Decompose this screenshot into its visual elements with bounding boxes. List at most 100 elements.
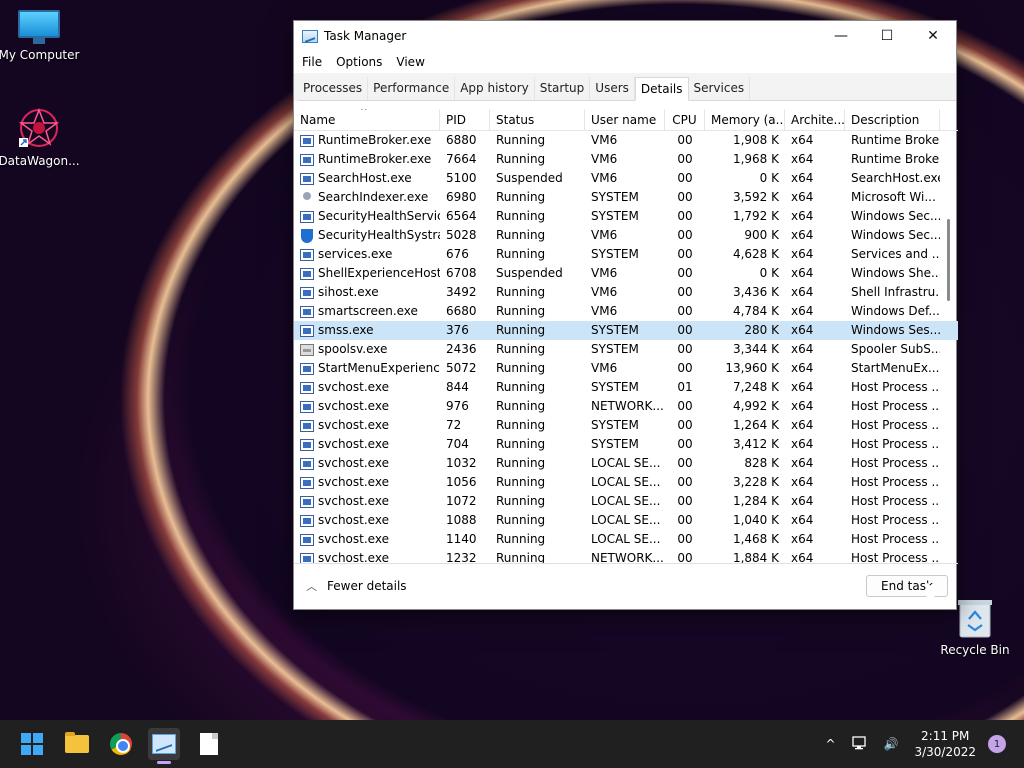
table-row[interactable]: RuntimeBroker.exe 7664 Running VM6 00 1,968 K… [294,150,958,169]
table-row[interactable]: sihost.exe 3492 Running VM6 00 3,436 K x64 Shel… [294,283,958,302]
table-row[interactable]: smartscreen.exe 6680 Running VM6 00 4,784 K x6… [294,302,958,321]
cell-user-name: VM6 [591,152,618,166]
process-name: sihost.exe [318,285,379,299]
cell-cpu: 00 [677,209,693,223]
taskbar-task-manager[interactable] [148,728,180,760]
cell-user-name: SYSTEM [591,418,639,432]
tab-performance[interactable]: Performance [368,77,456,100]
table-row[interactable]: svchost.exe 1072 Running LOCAL SE... 00 1,284… [294,492,958,511]
application-icon [300,172,314,185]
cell-architecture: x64 [791,456,814,470]
tab-details[interactable]: Details [634,77,689,101]
cell-pid: 6880 [446,133,477,147]
cell-user-name: LOCAL SE... [591,494,661,508]
column-header-description[interactable]: Description [845,109,940,131]
tab-processes[interactable]: Processes [298,77,369,100]
column-header-cpu[interactable]: CPU [665,109,705,131]
cell-name: RuntimeBroker.exe [294,131,440,150]
process-name: smss.exe [318,323,374,337]
notification-badge[interactable]: 1 [988,735,1006,753]
taskbar-notepad[interactable] [193,728,225,760]
process-name: SecurityHealthServic... [318,209,440,223]
taskbar-file-explorer[interactable] [61,728,93,760]
vertical-scrollbar[interactable] [947,219,950,301]
menu-file[interactable]: File [302,55,322,69]
table-row[interactable]: svchost.exe 1056 Running LOCAL SE... 00 3,228… [294,473,958,492]
cell-architecture: x64 [791,475,814,489]
tray-chevron-icon[interactable]: ^ [825,737,835,751]
table-row[interactable]: svchost.exe 844 Running SYSTEM 01 7,248 K x64 H… [294,378,958,397]
table-row[interactable]: SearchHost.exe 5100 Suspended VM6 00 0 K x64 Se… [294,169,958,188]
column-header-memory[interactable]: Memory (a... [705,109,785,131]
column-header-status[interactable]: Status [490,109,585,131]
table-row[interactable]: SearchIndexer.exe 6980 Running SYSTEM 00 3,59… [294,188,958,207]
desktop-icon-my-computer[interactable]: My Computer [0,10,81,62]
cell-status: Running [496,342,546,356]
clock-time: 2:11 PM [921,729,970,743]
table-row[interactable]: svchost.exe 1032 Running LOCAL SE... 00 828 K… [294,454,958,473]
table-row[interactable]: services.exe 676 Running SYSTEM 00 4,628 K x64… [294,245,958,264]
cell-cpu: 00 [677,247,693,261]
process-name: svchost.exe [318,532,389,546]
table-row[interactable]: svchost.exe 976 Running NETWORK... 00 4,992 K… [294,397,958,416]
cell-pid: 1088 [446,513,477,527]
cell-description: Host Process ... [851,437,940,451]
close-button[interactable]: ✕ [910,21,956,51]
minimize-button[interactable]: — [818,21,864,51]
application-icon [300,324,314,337]
cell-architecture: x64 [791,285,814,299]
cell-memory: 1,908 K [732,133,779,147]
tab-startup[interactable]: Startup [535,77,591,100]
desktop-icon-datawagon[interactable]: DataWagon... [0,106,81,168]
process-name: svchost.exe [318,475,389,489]
menu-view[interactable]: View [396,55,424,69]
table-row[interactable]: svchost.exe 72 Running SYSTEM 00 1,264 K x64 Ho… [294,416,958,435]
cell-memory: 1,040 K [732,513,779,527]
fewer-details-toggle[interactable]: ︿ Fewer details [306,578,407,594]
cell-pid: 72 [446,418,462,432]
active-app-indicator [157,761,171,764]
cell-cpu: 00 [677,418,693,432]
tab-users[interactable]: Users [590,77,635,100]
clock[interactable]: 2:11 PM 3/30/2022 [914,728,976,760]
taskbar-chrome[interactable] [105,728,137,760]
cell-description: Services and ... [851,247,940,261]
cell-status: Running [496,285,546,299]
table-row[interactable]: spoolsv.exe 2436 Running SYSTEM 00 3,344 K x64… [294,340,958,359]
cell-architecture: x64 [791,361,814,375]
column-header-user-name[interactable]: User name [585,109,665,131]
table-row[interactable]: svchost.exe 1232 Running NETWORK... 00 1,884 … [294,549,958,563]
tab-app-history[interactable]: App history [455,77,535,100]
cell-name: RuntimeBroker.exe [294,150,440,169]
cell-description: Windows Def... [851,304,940,318]
table-row[interactable]: RuntimeBroker.exe 6880 Running VM6 00 1,908 K… [294,131,958,150]
cell-status: Running [496,361,546,375]
cell-name: StartMenuExperienc... [294,359,440,378]
table-row[interactable]: svchost.exe 1140 Running LOCAL SE... 00 1,468… [294,530,958,549]
cell-name: SearchIndexer.exe [294,188,440,207]
menu-options[interactable]: Options [336,55,382,69]
column-header-pid[interactable]: PID [440,109,490,131]
table-row[interactable]: ShellExperienceHost.... 6708 Suspended VM6 0… [294,264,958,283]
tab-services[interactable]: Services [689,77,751,100]
cell-description: StartMenuEx... [851,361,940,375]
table-row[interactable]: SecurityHealthServic... 6564 Running SYSTEM… [294,207,958,226]
table-row[interactable]: svchost.exe 1088 Running LOCAL SE... 00 1,040… [294,511,958,530]
network-icon[interactable] [851,735,868,753]
start-button[interactable] [16,728,48,760]
maximize-button[interactable]: ☐ [864,21,910,51]
cell-cpu: 00 [677,323,693,337]
title-bar[interactable]: Task Manager — ☐ ✕ [294,21,956,51]
table-row[interactable]: svchost.exe 704 Running SYSTEM 00 3,412 K x64 H… [294,435,958,454]
table-row[interactable]: smss.exe 376 Running SYSTEM 00 280 K x64 Window… [294,321,958,340]
cell-status: Running [496,209,546,223]
cell-architecture: x64 [791,247,814,261]
table-row[interactable]: StartMenuExperienc... 5072 Running VM6 00 13,… [294,359,958,378]
volume-icon[interactable]: 🔊 [884,737,899,751]
column-header-architecture[interactable]: Archite... [785,109,845,131]
cell-pid: 5028 [446,228,477,242]
application-icon [300,476,314,489]
cell-architecture: x64 [791,418,814,432]
cell-user-name: VM6 [591,304,618,318]
table-row[interactable]: SecurityHealthSystra... 5028 Running VM6 00 9… [294,226,958,245]
